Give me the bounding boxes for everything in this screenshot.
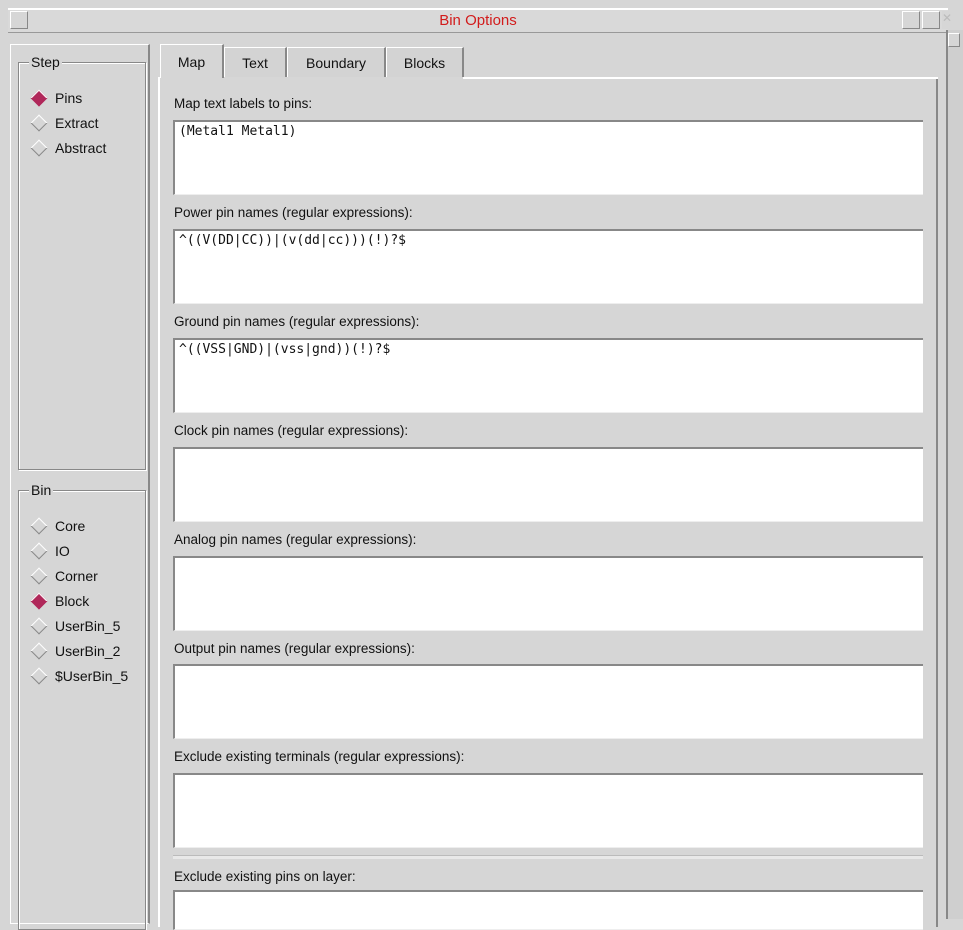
power-pin-names-label: Power pin names (regular expressions): — [174, 205, 413, 220]
ground-pin-names-input[interactable]: ^((VSS|GND)|(vss|gnd))(!)?$ — [173, 338, 923, 413]
vertical-scrollbar[interactable] — [946, 30, 963, 919]
radio-label: UserBin_5 — [55, 617, 121, 634]
radio-label: Core — [55, 517, 86, 534]
radio-label: IO — [55, 542, 70, 559]
minimize-button[interactable] — [902, 11, 920, 29]
exclude-pins-layer-label: Exclude existing pins on layer: — [174, 869, 356, 884]
tab-map[interactable]: Map — [160, 44, 224, 78]
radio-step-extract[interactable]: Extract — [29, 110, 99, 135]
output-pin-names-input[interactable] — [173, 664, 923, 739]
step-group-label: Step — [29, 54, 62, 70]
title-bar: Bin Options ✕ — [8, 8, 952, 33]
radio-step-pins[interactable]: Pins — [29, 85, 82, 110]
radio-bin-corner[interactable]: Corner — [29, 563, 98, 588]
tab-divider — [463, 77, 938, 79]
radio-label: Abstract — [55, 139, 107, 156]
radio-step-abstract[interactable]: Abstract — [29, 135, 106, 160]
bin-group: Bin Core IO Corner Block UserBin_5 UserB… — [18, 482, 146, 930]
radio-bin-block[interactable]: Block — [29, 588, 89, 613]
radio-bin-userbin2[interactable]: UserBin_2 — [29, 638, 120, 663]
radio-icon — [30, 542, 48, 559]
tab-blocks[interactable]: Blocks — [386, 47, 464, 77]
step-group: Step Pins Extract Abstract — [18, 54, 146, 470]
radio-icon — [30, 139, 48, 156]
output-pin-names-label: Output pin names (regular expressions): — [174, 641, 415, 656]
window-title: Bin Options — [439, 12, 517, 29]
radio-label: Corner — [55, 567, 98, 584]
tab-boundary[interactable]: Boundary — [287, 47, 386, 77]
radio-selected-icon — [30, 592, 48, 609]
radio-icon — [30, 517, 48, 534]
radio-selected-icon — [30, 89, 48, 106]
exclude-pins-layer-input[interactable] — [173, 890, 923, 930]
radio-label: Extract — [55, 114, 99, 131]
power-pin-names-input[interactable]: ^((V(DD|CC))|(v(dd|cc)))(!)?$ — [173, 229, 923, 304]
exclude-terminals-input[interactable] — [173, 773, 923, 848]
radio-bin-core[interactable]: Core — [29, 513, 85, 538]
radio-label: Pins — [55, 89, 83, 106]
radio-bin-io[interactable]: IO — [29, 538, 70, 563]
map-text-labels-label: Map text labels to pins: — [174, 96, 313, 111]
separator — [173, 855, 923, 859]
ground-pin-names-label: Ground pin names (regular expressions): — [174, 314, 420, 329]
clock-pin-names-label: Clock pin names (regular expressions): — [174, 423, 409, 438]
analog-pin-names-input[interactable] — [173, 556, 923, 631]
scroll-up-arrow-icon[interactable] — [948, 33, 960, 47]
radio-icon — [30, 667, 48, 684]
analog-pin-names-label: Analog pin names (regular expressions): — [174, 532, 417, 547]
radio-bin-userbin5[interactable]: UserBin_5 — [29, 613, 120, 638]
map-text-labels-input[interactable]: (Metal1 Metal1) — [173, 120, 923, 195]
bin-group-label: Bin — [29, 482, 54, 498]
clock-pin-names-input[interactable] — [173, 447, 923, 522]
radio-icon — [30, 642, 48, 659]
radio-label: $UserBin_5 — [55, 667, 129, 684]
radio-label: Block — [55, 592, 90, 609]
maximize-button[interactable] — [922, 11, 940, 29]
radio-icon — [30, 567, 48, 584]
exclude-terminals-label: Exclude existing terminals (regular expr… — [174, 749, 465, 764]
tab-text[interactable]: Text — [224, 47, 287, 77]
radio-icon — [30, 114, 48, 131]
radio-icon — [30, 617, 48, 634]
radio-bin-dollar-userbin5[interactable]: $UserBin_5 — [29, 663, 128, 688]
radio-label: UserBin_2 — [55, 642, 121, 659]
close-icon[interactable]: ✕ — [942, 11, 952, 29]
